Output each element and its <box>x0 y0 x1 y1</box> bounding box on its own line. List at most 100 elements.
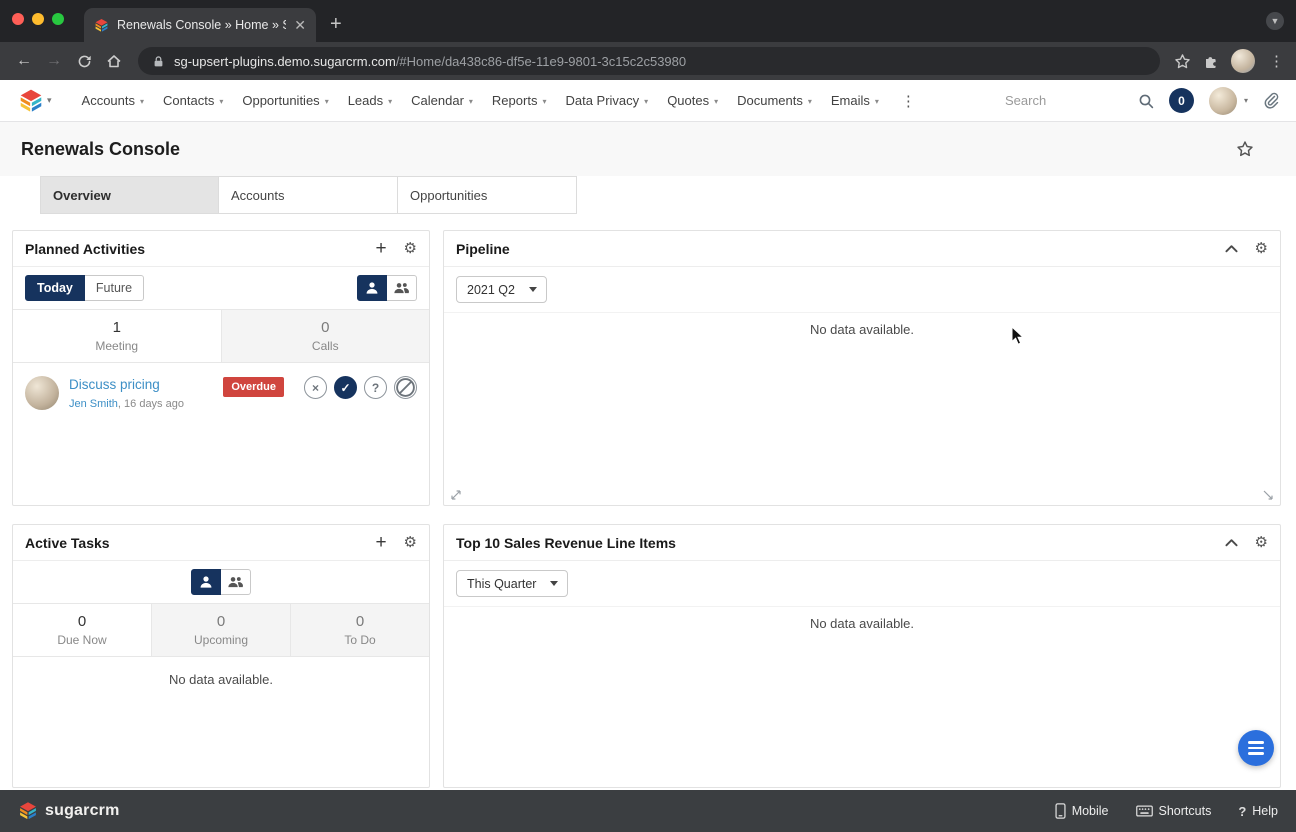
dashlet-pipeline: Pipeline ⚙ 2021 Q2 No data available. <box>443 230 1281 506</box>
tab-close-icon[interactable]: ✕ <box>294 18 306 32</box>
mobile-link[interactable]: Mobile <box>1055 803 1109 819</box>
browser-avatar[interactable] <box>1231 49 1255 73</box>
nav-item-documents[interactable]: Documents▾ <box>737 93 812 108</box>
dashlet-header: Planned Activities + ⚙ <box>13 231 429 267</box>
nav-item-emails[interactable]: Emails▾ <box>831 93 879 108</box>
nav-item-calendar[interactable]: Calendar▾ <box>411 93 473 108</box>
chevron-down-icon: ▾ <box>808 97 812 106</box>
notification-badge[interactable]: 0 <box>1169 88 1194 113</box>
help-link[interactable]: ? Help <box>1238 804 1278 819</box>
user-avatar[interactable] <box>1209 87 1237 115</box>
nav-item-opportunities[interactable]: Opportunities▾ <box>242 93 328 108</box>
add-icon[interactable]: + <box>375 533 386 552</box>
quarter-select[interactable]: 2021 Q2 <box>456 276 547 303</box>
chevron-down-icon: ▾ <box>219 97 223 106</box>
shortcuts-link[interactable]: Shortcuts <box>1136 804 1212 818</box>
nav-item-data-privacy[interactable]: Data Privacy▾ <box>565 93 648 108</box>
chevron-down-icon: ▾ <box>325 97 329 106</box>
resize-handle-icon[interactable] <box>450 489 462 501</box>
footer-brand[interactable]: sugarcrm <box>18 801 120 821</box>
nav-item-quotes[interactable]: Quotes▾ <box>667 93 718 108</box>
metric-meeting[interactable]: 1 Meeting <box>13 310 222 362</box>
floating-menu-button[interactable] <box>1238 730 1274 766</box>
footer-links: Mobile Shortcuts ? Help <box>1055 803 1278 819</box>
people-icon <box>227 575 244 589</box>
brand-wordmark: sugarcrm <box>45 802 120 820</box>
keyboard-icon <box>1136 805 1153 817</box>
chevron-down-icon: ▾ <box>469 97 473 106</box>
phone-icon <box>1055 803 1066 819</box>
chevron-down-icon: ▾ <box>542 97 546 106</box>
add-icon[interactable]: + <box>375 239 386 258</box>
minimize-window-button[interactable] <box>32 13 44 25</box>
home-button[interactable] <box>100 47 128 75</box>
dismiss-icon[interactable]: × <box>304 376 327 399</box>
forward-button[interactable]: → <box>40 47 68 75</box>
metric-upcoming[interactable]: 0 Upcoming <box>152 604 291 656</box>
dashlet-top-sales: Top 10 Sales Revenue Line Items ⚙ This Q… <box>443 524 1281 788</box>
resize-handle-icon[interactable] <box>1262 489 1274 501</box>
activity-title-link[interactable]: Discuss pricing <box>69 377 213 392</box>
avatar <box>25 376 59 410</box>
collapse-chevron-icon[interactable] <box>1225 244 1238 253</box>
collapse-chevron-icon[interactable] <box>1225 538 1238 547</box>
person-icon <box>199 575 213 589</box>
paperclip-icon[interactable] <box>1263 92 1280 109</box>
favorite-star-icon[interactable] <box>1236 140 1254 158</box>
dashlet-title: Planned Activities <box>25 241 145 257</box>
filter-today-button[interactable]: Today <box>25 275 85 301</box>
reload-button[interactable] <box>70 47 98 75</box>
period-select[interactable]: This Quarter <box>456 570 568 597</box>
browser-tab[interactable]: Renewals Console » Home » S ✕ <box>84 8 316 42</box>
dashlet-planned-activities: Planned Activities + ⚙ Today Future 1 <box>12 230 430 506</box>
browser-tab-title: Renewals Console » Home » S <box>117 18 286 32</box>
dashlet-title: Pipeline <box>456 241 510 257</box>
bookmark-star-icon[interactable] <box>1174 53 1191 70</box>
gear-icon[interactable]: ⚙ <box>1255 241 1268 256</box>
browser-profile-icon[interactable]: ▼ <box>1266 12 1284 30</box>
metric-to-do[interactable]: 0 To Do <box>291 604 429 656</box>
search-input[interactable] <box>1005 93 1123 108</box>
empty-state-text: No data available. <box>444 313 1280 337</box>
tentative-question-icon[interactable]: ? <box>364 376 387 399</box>
chevron-down-icon: ▾ <box>875 97 879 106</box>
new-tab-button[interactable]: + <box>330 14 342 34</box>
page-url: sg-upsert-plugins.demo.sugarcrm.com/#Hom… <box>174 54 686 69</box>
metric-calls[interactable]: 0 Calls <box>222 310 430 362</box>
my-items-toggle[interactable] <box>357 275 387 301</box>
metric-due-now[interactable]: 0 Due Now <box>13 604 152 656</box>
tab-accounts[interactable]: Accounts <box>219 176 398 214</box>
chevron-down-icon[interactable]: ▾ <box>1244 96 1248 105</box>
all-users-toggle[interactable] <box>221 569 251 595</box>
my-items-toggle[interactable] <box>191 569 221 595</box>
activity-row: Discuss pricing Jen Smith, 16 days ago O… <box>13 363 429 423</box>
zoom-window-button[interactable] <box>52 13 64 25</box>
app-logo[interactable]: ▾ <box>18 88 52 114</box>
tab-opportunities[interactable]: Opportunities <box>398 176 577 214</box>
gear-icon[interactable]: ⚙ <box>404 241 417 256</box>
accept-check-icon[interactable]: ✓ <box>334 376 357 399</box>
people-icon <box>393 281 410 295</box>
chevron-down-icon: ▾ <box>140 97 144 106</box>
browser-menu-icon[interactable]: ⋮ <box>1267 52 1286 70</box>
assignee-link[interactable]: Jen Smith <box>69 398 118 410</box>
nav-item-leads[interactable]: Leads▾ <box>348 93 392 108</box>
extensions-puzzle-icon[interactable] <box>1203 53 1219 69</box>
more-menu-icon[interactable]: ⋮ <box>898 92 919 110</box>
tab-overview[interactable]: Overview <box>40 176 219 214</box>
nav-item-accounts[interactable]: Accounts▾ <box>82 93 145 108</box>
nav-item-reports[interactable]: Reports▾ <box>492 93 547 108</box>
planned-activities-toolbar: Today Future <box>13 267 429 309</box>
search-icon[interactable] <box>1138 93 1154 109</box>
all-users-toggle[interactable] <box>387 275 417 301</box>
gear-icon[interactable]: ⚙ <box>404 535 417 550</box>
back-button[interactable]: ← <box>10 47 38 75</box>
address-bar[interactable]: sg-upsert-plugins.demo.sugarcrm.com/#Hom… <box>138 47 1160 75</box>
close-window-button[interactable] <box>12 13 24 25</box>
filter-future-button[interactable]: Future <box>85 275 144 301</box>
decline-slash-icon[interactable] <box>394 376 417 399</box>
page-title: Renewals Console <box>21 139 180 160</box>
chevron-down-icon: ▾ <box>714 97 718 106</box>
gear-icon[interactable]: ⚙ <box>1255 535 1268 550</box>
nav-item-contacts[interactable]: Contacts▾ <box>163 93 223 108</box>
